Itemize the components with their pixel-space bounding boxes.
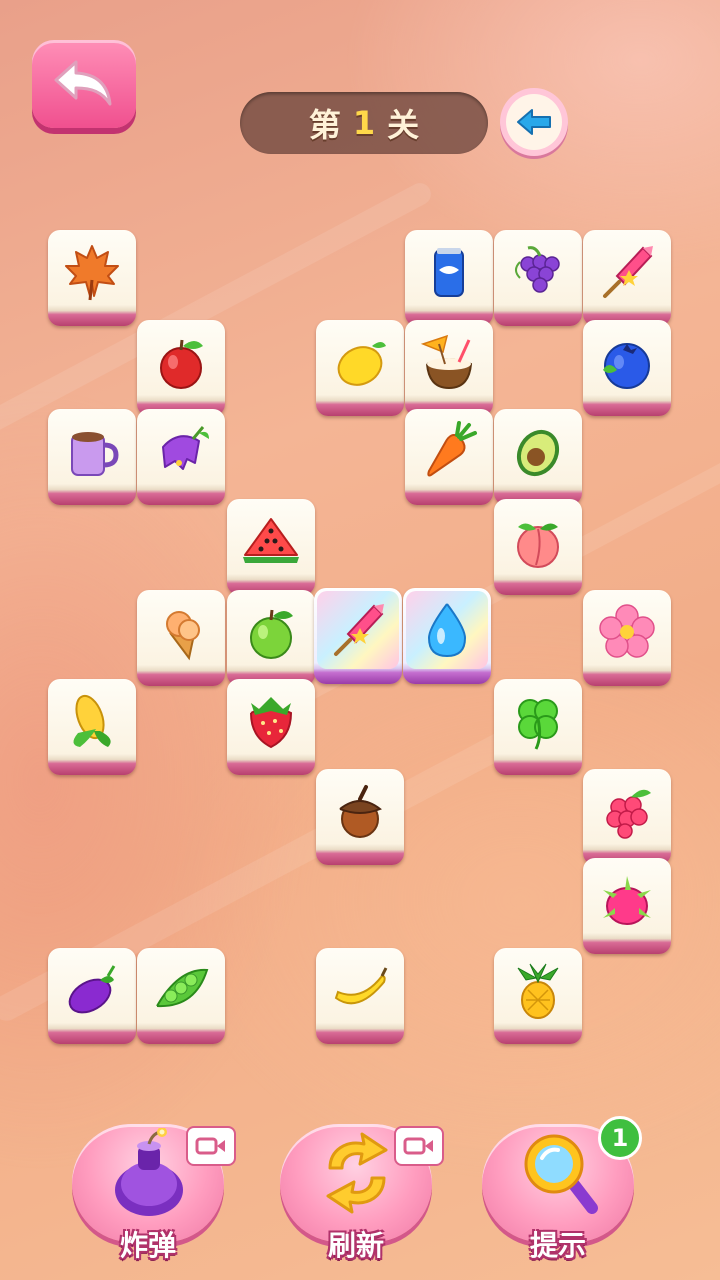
grapes-icon bbox=[515, 246, 560, 293]
eggplant-icon bbox=[68, 965, 116, 1014]
dragon-fruit-icon bbox=[603, 876, 651, 925]
tile[interactable] bbox=[48, 679, 136, 775]
maple-leaf-icon bbox=[65, 245, 119, 301]
banana-icon bbox=[334, 967, 388, 1005]
tile[interactable] bbox=[583, 590, 671, 686]
refresh-icon bbox=[326, 1132, 388, 1214]
refresh-label: 刷新 bbox=[327, 1229, 384, 1262]
level-indicator: 第 1 关 bbox=[240, 92, 488, 154]
tile[interactable] bbox=[405, 320, 493, 416]
back-button[interactable] bbox=[32, 40, 136, 128]
raspberry-icon bbox=[606, 789, 651, 839]
bomb-button[interactable]: 炸弹 bbox=[72, 1124, 236, 1262]
watermelon-slice-icon bbox=[243, 518, 299, 563]
water-drop-icon bbox=[427, 603, 467, 658]
hint-count-badge: 1 bbox=[598, 1116, 642, 1160]
video-badge bbox=[186, 1126, 236, 1166]
video-badge bbox=[394, 1126, 444, 1166]
tile[interactable] bbox=[316, 320, 404, 416]
tile[interactable] bbox=[48, 230, 136, 326]
back-arrow-icon bbox=[54, 60, 112, 106]
tile[interactable] bbox=[583, 320, 671, 416]
tile[interactable] bbox=[494, 499, 582, 595]
pink-flower-icon bbox=[599, 604, 655, 658]
firework-rocket-icon bbox=[603, 246, 653, 298]
tile[interactable] bbox=[494, 679, 582, 775]
tile[interactable] bbox=[405, 230, 493, 326]
tile[interactable] bbox=[316, 948, 404, 1044]
tile[interactable] bbox=[494, 230, 582, 326]
level-prefix: 第 bbox=[308, 106, 341, 144]
level-number: 1 bbox=[352, 104, 376, 142]
bellflower-icon bbox=[162, 426, 209, 470]
strawberry-icon bbox=[250, 697, 293, 749]
tile-selected[interactable] bbox=[403, 588, 491, 684]
ice-cream-cone-icon bbox=[166, 611, 200, 661]
tile[interactable] bbox=[405, 409, 493, 505]
apple-icon bbox=[160, 339, 203, 389]
tile[interactable] bbox=[583, 858, 671, 954]
left-arrow-icon bbox=[517, 109, 551, 135]
bomb-icon bbox=[115, 1128, 183, 1216]
bomb-label: 炸弹 bbox=[119, 1229, 176, 1262]
video-icon bbox=[403, 1137, 433, 1155]
soda-can-icon bbox=[434, 248, 464, 297]
coconut-drink-icon bbox=[420, 334, 473, 390]
tile[interactable] bbox=[227, 679, 315, 775]
tile[interactable] bbox=[137, 320, 225, 416]
peach-icon bbox=[517, 523, 559, 568]
avocado-icon bbox=[516, 429, 560, 477]
tile[interactable] bbox=[227, 499, 315, 595]
tile[interactable] bbox=[494, 409, 582, 505]
refresh-button[interactable]: 刷新 bbox=[280, 1124, 444, 1262]
tile[interactable] bbox=[48, 409, 136, 505]
hint-label: 提示 bbox=[529, 1229, 586, 1262]
clover-icon bbox=[518, 699, 558, 750]
acorn-icon bbox=[339, 785, 382, 838]
magnifier-icon bbox=[524, 1134, 598, 1214]
tile[interactable] bbox=[494, 948, 582, 1044]
hint-button[interactable]: 1 提示 bbox=[482, 1116, 642, 1262]
pineapple-icon bbox=[517, 963, 559, 1019]
tile[interactable] bbox=[227, 590, 315, 686]
firework-rocket-icon bbox=[334, 604, 384, 656]
tile[interactable] bbox=[137, 948, 225, 1044]
green-apple-icon bbox=[250, 609, 293, 659]
tile[interactable] bbox=[583, 230, 671, 326]
pea-pod-icon bbox=[156, 968, 209, 1008]
tile[interactable] bbox=[137, 409, 225, 505]
tile[interactable] bbox=[316, 769, 404, 865]
undo-button[interactable] bbox=[500, 88, 568, 156]
video-icon bbox=[195, 1137, 225, 1155]
carrot-icon bbox=[427, 421, 477, 477]
tile[interactable] bbox=[48, 948, 136, 1044]
tile[interactable] bbox=[137, 590, 225, 686]
corn-icon bbox=[73, 694, 111, 747]
tile[interactable] bbox=[583, 769, 671, 865]
tile-selected[interactable] bbox=[314, 588, 402, 684]
blueberry-icon bbox=[603, 343, 650, 389]
level-suffix: 关 bbox=[387, 106, 420, 144]
lemon-icon bbox=[337, 342, 386, 386]
cocoa-mug-icon bbox=[71, 432, 119, 476]
